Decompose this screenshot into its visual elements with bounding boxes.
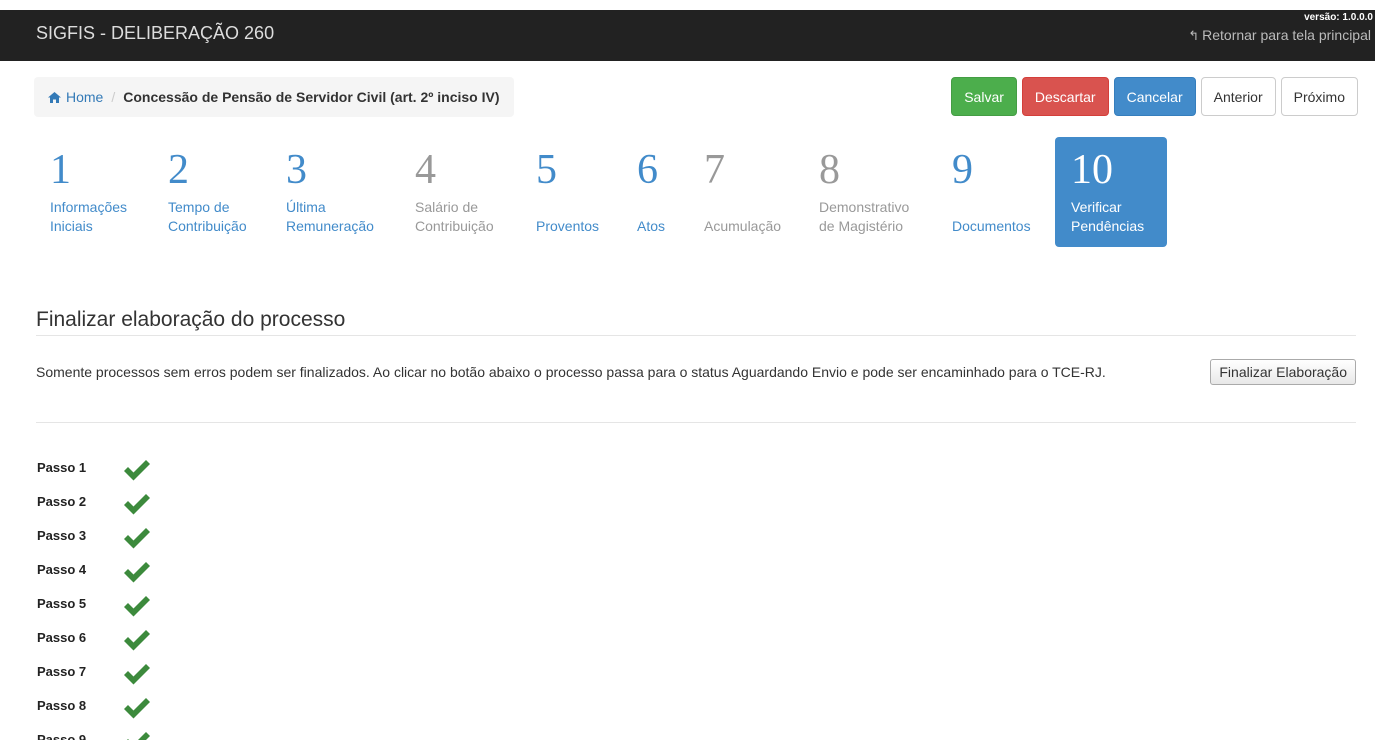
- passo-label: Passo 1: [37, 459, 87, 475]
- finalize-info-text: Somente processos sem erros podem ser fi…: [36, 364, 1106, 380]
- back-to-main-link[interactable]: ↰ Retornar para tela principal: [1188, 27, 1371, 44]
- list-item: Passo 4: [37, 552, 151, 586]
- passo-label: Passo 4: [37, 561, 87, 577]
- passo-label: Passo 2: [37, 493, 87, 509]
- discard-button[interactable]: Descartar: [1021, 77, 1109, 116]
- reply-arrow-icon: ↰: [1188, 28, 1200, 43]
- list-item: Passo 1: [37, 450, 151, 484]
- passo-label: Passo 9: [37, 731, 87, 740]
- passo-label: Passo 3: [37, 527, 87, 543]
- step-3[interactable]: 3 Última Remuneração: [270, 137, 374, 247]
- check-icon: [124, 528, 150, 549]
- breadcrumb-home-label: Home: [66, 89, 104, 105]
- save-button[interactable]: Salvar: [951, 77, 1017, 116]
- step-label: Atos: [637, 218, 666, 234]
- version-label: versão: 1.0.0.0: [1304, 12, 1373, 23]
- list-item: Passo 5: [37, 586, 151, 620]
- check-icon: [124, 664, 150, 685]
- breadcrumb-separator: /: [111, 89, 116, 105]
- step-2[interactable]: 2 Tempo de Contribuição: [152, 137, 247, 247]
- breadcrumb-current: Concessão de Pensão de Servidor Civil (a…: [123, 89, 500, 105]
- step-number: 5: [536, 147, 557, 193]
- step-label: Informações Iniciais: [50, 199, 128, 234]
- check-icon: [124, 630, 150, 651]
- step-6[interactable]: 6 Atos: [621, 137, 665, 247]
- check-icon: [127, 732, 150, 740]
- check-icon: [124, 494, 150, 515]
- step-1[interactable]: 1 Informações Iniciais: [34, 137, 127, 247]
- step-number: 9: [952, 147, 973, 193]
- step-number: 8: [819, 147, 840, 193]
- step-8: 8 Demonstrativo de Magistério: [803, 137, 909, 247]
- step-4: 4 Salário de Contribuição: [399, 137, 494, 247]
- step-number: 1: [50, 147, 71, 193]
- passo-label: Passo 6: [37, 629, 87, 645]
- step-number: 3: [286, 147, 307, 193]
- check-icon: [124, 460, 150, 481]
- top-navbar: SIGFIS - DELIBERAÇÃO 260 versão: 1.0.0.0…: [0, 10, 1375, 61]
- list-item: Passo 7: [37, 654, 151, 688]
- list-item: Passo 2: [37, 484, 151, 518]
- home-icon: [48, 91, 61, 103]
- finalize-info-row: Somente processos sem erros podem ser fi…: [36, 359, 1356, 385]
- breadcrumb-home[interactable]: Home: [48, 89, 103, 105]
- divider: [36, 422, 1356, 423]
- step-label: Salário de Contribuição: [415, 199, 494, 234]
- cancel-button[interactable]: Cancelar: [1113, 77, 1196, 116]
- breadcrumb: Home / Concessão de Pensão de Servidor C…: [34, 77, 514, 117]
- step-label: Acumulação: [704, 218, 782, 234]
- back-link-label: Retornar para tela principal: [1202, 27, 1371, 43]
- section-title: Finalizar elaboração do processo: [36, 308, 346, 331]
- previous-button[interactable]: Anterior: [1200, 77, 1276, 116]
- list-item: Passo 8: [37, 688, 151, 722]
- passos-list: Passo 1 Passo 2 Passo 3 Passo 4 Passo 5 …: [37, 450, 151, 740]
- step-number: 7: [704, 147, 725, 193]
- step-10[interactable]: 10 Verificar Pendências: [1055, 137, 1167, 247]
- step-number: 4: [415, 147, 436, 193]
- step-label: Verificar Pendências: [1071, 199, 1145, 234]
- passo-label: Passo 8: [37, 697, 87, 713]
- list-item: Passo 9: [37, 722, 151, 740]
- step-label: Demonstrativo de Magistério: [819, 199, 910, 234]
- step-label: Última Remuneração: [286, 199, 374, 234]
- step-number: 6: [637, 147, 658, 193]
- step-label: Tempo de Contribuição: [168, 199, 247, 234]
- check-icon: [124, 596, 150, 617]
- list-item: Passo 6: [37, 620, 151, 654]
- step-7: 7 Acumulação: [688, 137, 781, 247]
- step-number: 10: [1071, 147, 1113, 193]
- check-icon: [124, 698, 150, 719]
- app-title[interactable]: SIGFIS - DELIBERAÇÃO 260: [36, 23, 274, 44]
- divider: [36, 335, 1356, 336]
- step-9[interactable]: 9 Documentos: [936, 137, 1031, 247]
- passo-label: Passo 5: [37, 595, 87, 611]
- wizard-steps: 1 Informações Iniciais 2 Tempo de Contribu…: [0, 137, 1375, 249]
- next-button[interactable]: Próximo: [1280, 77, 1358, 116]
- list-item: Passo 3: [37, 518, 151, 552]
- step-label: Documentos: [952, 218, 1031, 234]
- finalize-button[interactable]: Finalizar Elaboração: [1210, 359, 1356, 385]
- step-label: Proventos: [536, 218, 600, 234]
- passo-label: Passo 7: [37, 663, 87, 679]
- step-number: 2: [168, 147, 189, 193]
- action-toolbar: Salvar Descartar Cancelar Anterior Próxi…: [951, 77, 1358, 116]
- check-icon: [124, 562, 150, 583]
- step-5[interactable]: 5 Proventos: [520, 137, 599, 247]
